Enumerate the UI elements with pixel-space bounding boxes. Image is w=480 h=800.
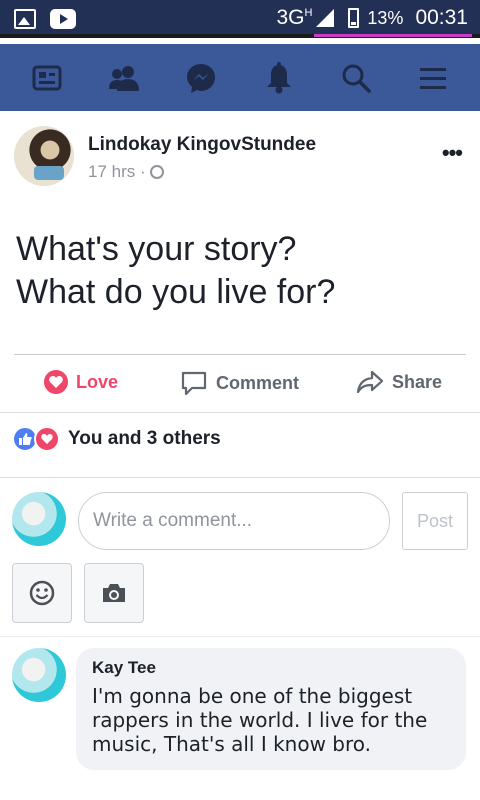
post-time[interactable]: 17 hrs · xyxy=(88,162,146,182)
comment-placeholder: Write a comment... xyxy=(93,510,253,531)
love-button[interactable]: Love xyxy=(44,370,118,394)
share-icon xyxy=(356,370,384,394)
globe-icon xyxy=(149,165,164,179)
post-meta: 17 hrs · xyxy=(88,162,164,182)
love-icon xyxy=(44,370,68,394)
divider xyxy=(0,412,480,413)
signal-icon xyxy=(316,9,335,27)
user-avatar xyxy=(12,492,66,546)
author-avatar[interactable] xyxy=(14,126,74,186)
divider xyxy=(0,636,480,637)
share-label: Share xyxy=(392,371,443,392)
photo-button[interactable] xyxy=(84,563,144,623)
battery-icon xyxy=(348,8,360,28)
messenger-icon[interactable] xyxy=(181,58,221,98)
gallery-icon xyxy=(14,9,36,29)
composer-tools xyxy=(12,563,144,623)
search-icon[interactable] xyxy=(336,58,376,98)
post-text: What's your story? What do you live for? xyxy=(16,228,466,314)
top-nav xyxy=(0,44,480,111)
comment-text: I'm gonna be one of the biggest rappers … xyxy=(92,684,428,756)
youtube-icon xyxy=(50,9,76,29)
comment-bubble[interactable]: Kay Tee I'm gonna be one of the biggest … xyxy=(76,648,466,770)
love-label: Love xyxy=(76,371,119,392)
notifications-icon[interactable] xyxy=(259,58,299,98)
comment-input[interactable]: Write a comment... xyxy=(78,492,390,550)
love-reaction-icon xyxy=(34,426,60,452)
author-name[interactable]: Lindokay KingovStundee xyxy=(88,134,316,156)
divider xyxy=(0,477,480,478)
reactions-summary[interactable]: You and 3 others xyxy=(12,426,221,452)
battery-percent: 13% xyxy=(367,7,404,28)
camera-icon xyxy=(103,584,125,602)
comment-author[interactable]: Kay Tee xyxy=(92,658,450,678)
divider xyxy=(14,354,466,355)
comment-button[interactable]: Comment xyxy=(180,370,299,396)
menu-icon[interactable] xyxy=(413,58,453,98)
comment-composer: Write a comment... Post xyxy=(12,492,468,550)
share-button[interactable]: Share xyxy=(356,370,442,394)
network-type: 3GH xyxy=(276,6,313,29)
smiley-icon xyxy=(29,580,55,606)
post-actions: Love Comment Share xyxy=(0,364,480,402)
friends-icon[interactable] xyxy=(104,58,144,98)
post-comment-button[interactable]: Post xyxy=(402,492,468,550)
more-options-button[interactable]: ••• xyxy=(442,140,463,166)
news-feed-icon[interactable] xyxy=(27,58,67,98)
comment-label: Comment xyxy=(216,372,300,393)
comment-icon xyxy=(181,371,207,396)
reactions-text: You and 3 others xyxy=(68,428,221,449)
commenter-avatar[interactable] xyxy=(12,648,66,702)
status-bar: 3GH 13% 00:31 xyxy=(0,0,480,38)
clock: 00:31 xyxy=(415,6,468,29)
post-header: Lindokay KingovStundee 17 hrs · ••• xyxy=(14,126,466,190)
status-strip xyxy=(0,34,480,38)
sticker-button[interactable] xyxy=(12,563,72,623)
post-text-line: What do you live for? xyxy=(16,273,336,311)
post-text-line: What's your story? xyxy=(16,230,297,268)
